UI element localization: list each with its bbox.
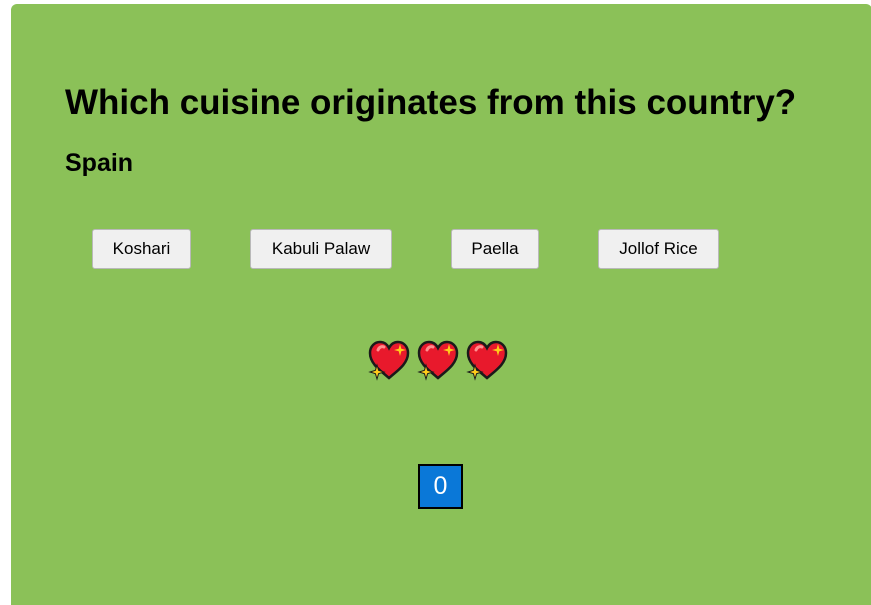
quiz-card: Which cuisine originates from this count… xyxy=(11,4,871,605)
lives-indicator xyxy=(367,338,517,382)
sparkling-heart-icon xyxy=(466,340,508,381)
score-counter: 0 xyxy=(418,464,463,509)
country-name: Spain xyxy=(65,149,134,177)
answer-option-kabuli-palaw[interactable]: Kabuli Palaw xyxy=(250,229,392,269)
answer-option-koshari[interactable]: Koshari xyxy=(92,229,191,269)
answer-option-paella[interactable]: Paella xyxy=(451,229,539,269)
sparkling-heart-icon xyxy=(368,340,410,381)
sparkling-heart-icon xyxy=(417,340,459,381)
answer-option-jollof-rice[interactable]: Jollof Rice xyxy=(598,229,719,269)
question-title: Which cuisine originates from this count… xyxy=(65,83,797,122)
